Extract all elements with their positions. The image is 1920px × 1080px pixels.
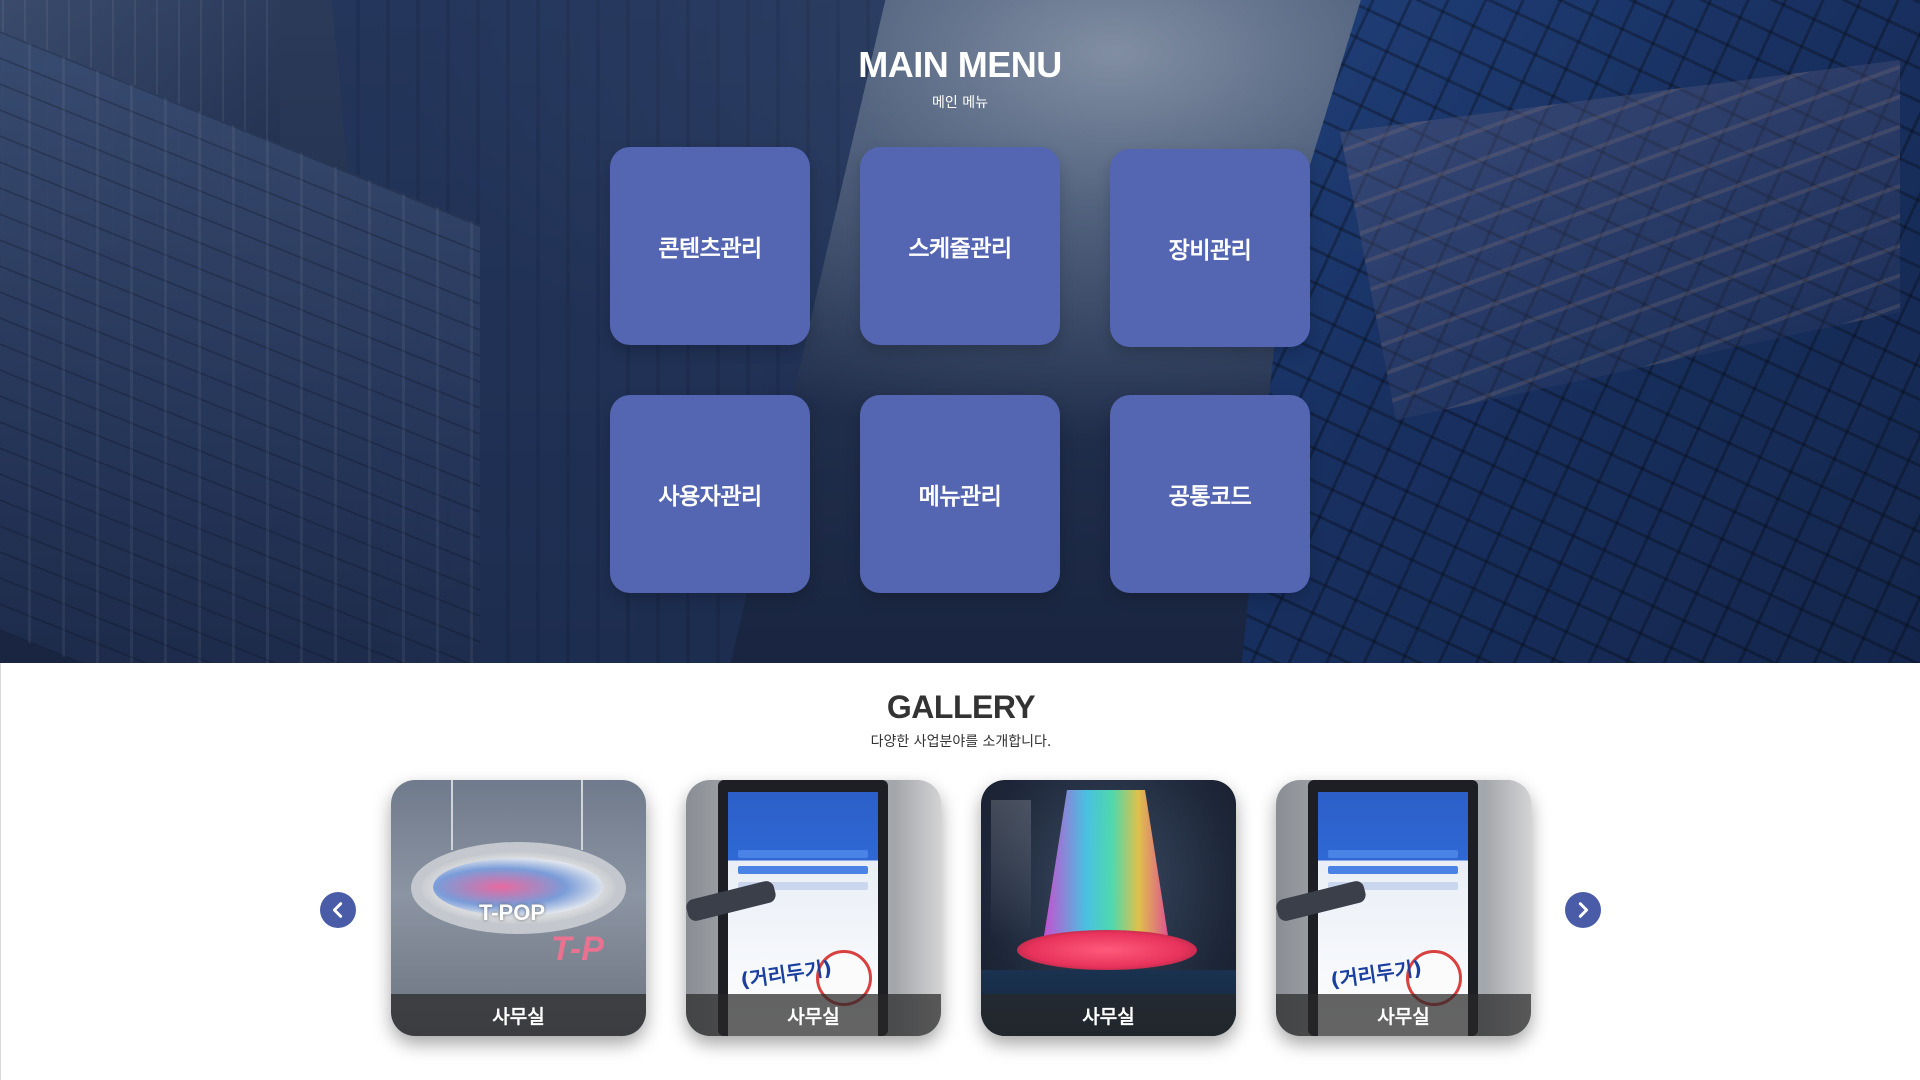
main-menu-subtitle: 메인 메뉴 xyxy=(932,95,988,111)
menu-card-common-code[interactable]: 공통코드 xyxy=(1110,395,1310,593)
gallery-item[interactable]: T-POP T-P 사무실 xyxy=(391,780,646,1036)
image-wall-text: T-P xyxy=(551,930,604,968)
main-menu-section: MAIN MENU 메인 메뉴 콘텐츠관리 스케줄관리 장비관리 사용자관리 메… xyxy=(0,0,1920,663)
gallery-next-button[interactable] xyxy=(1565,892,1601,928)
gallery-item[interactable]: (거리두기) 사무실 xyxy=(686,780,941,1036)
gallery-caption: 사무실 xyxy=(1276,994,1531,1036)
menu-card-schedule-management[interactable]: 스케줄관리 xyxy=(860,147,1060,345)
image-overlay-text: T-POP xyxy=(479,900,546,925)
gallery-title: GALLERY xyxy=(886,689,1036,725)
chevron-left-icon xyxy=(332,902,343,918)
menu-card-content-management[interactable]: 콘텐츠관리 xyxy=(610,147,810,345)
gallery-caption: 사무실 xyxy=(686,994,941,1036)
gallery-caption: 사무실 xyxy=(391,994,646,1036)
gallery-item[interactable]: 사무실 xyxy=(981,780,1236,1036)
gallery-caption: 사무실 xyxy=(981,994,1236,1036)
gallery-item[interactable]: (거리두기) 사무실 xyxy=(1276,780,1531,1036)
chevron-right-icon xyxy=(1578,902,1589,918)
gallery-section: GALLERY 다양한 사업분야를 소개합니다. T-POP T-P 사무실 (… xyxy=(0,663,1920,1080)
menu-card-user-management[interactable]: 사용자관리 xyxy=(610,395,810,593)
gallery-subtitle: 다양한 사업분야를 소개합니다. xyxy=(870,734,1052,750)
menu-card-device-management[interactable]: 장비관리 xyxy=(1110,149,1310,347)
gallery-prev-button[interactable] xyxy=(320,892,356,928)
main-menu-title: MAIN MENU xyxy=(858,44,1062,85)
menu-card-menu-management[interactable]: 메뉴관리 xyxy=(860,395,1060,593)
menu-grid: 콘텐츠관리 스케줄관리 장비관리 사용자관리 메뉴관리 공통코드 xyxy=(610,147,1310,594)
